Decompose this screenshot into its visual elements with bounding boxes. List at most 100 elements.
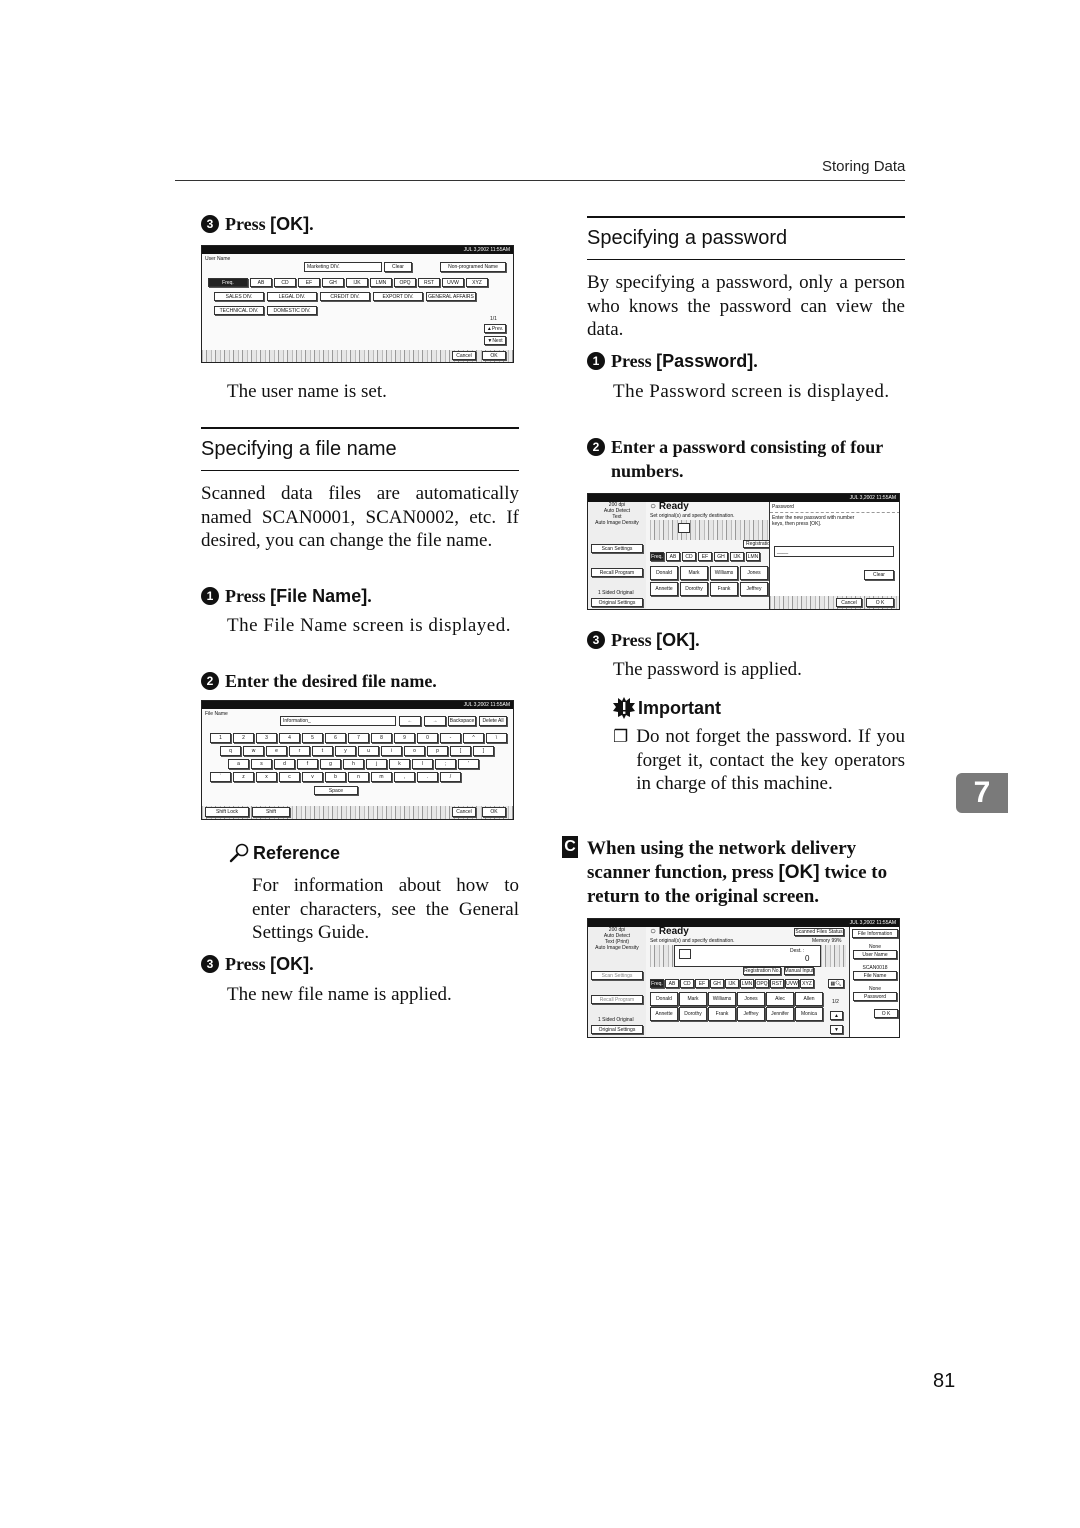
- keyboard-key[interactable]: j: [366, 759, 387, 769]
- scanned-files-status-button[interactable]: Scanned Files Status: [794, 928, 844, 936]
- destination-entry[interactable]: Jeffrey: [740, 582, 768, 596]
- keyboard-key[interactable]: z: [233, 772, 254, 782]
- keyboard-key[interactable]: y: [335, 746, 356, 756]
- keyboard-key[interactable]: .: [417, 772, 438, 782]
- index-tab[interactable]: LMN: [740, 979, 754, 988]
- keyboard-key[interactable]: 8: [371, 733, 392, 743]
- index-tab[interactable]: AB: [666, 552, 680, 561]
- recall-program-button[interactable]: Recall Program: [591, 995, 643, 1004]
- original-settings-button[interactable]: Original Settings: [591, 1025, 643, 1034]
- search-destination-icon[interactable]: ▦🔍︎: [828, 979, 844, 988]
- keyboard-key[interactable]: v: [302, 772, 323, 782]
- keyboard-key[interactable]: t: [312, 746, 333, 756]
- index-tab[interactable]: RST: [770, 979, 784, 988]
- tab-freq[interactable]: Freq.: [208, 278, 248, 287]
- manual-input-button[interactable]: Manual Input: [784, 967, 814, 975]
- keyboard-key[interactable]: `: [210, 772, 231, 782]
- cancel-button[interactable]: Cancel: [452, 351, 476, 360]
- keyboard-key[interactable]: ;: [435, 759, 456, 769]
- keyboard-key[interactable]: 7: [348, 733, 369, 743]
- destination-entry[interactable]: Jennifer: [766, 1007, 794, 1021]
- destination-entry[interactable]: Annette: [650, 582, 678, 596]
- keyboard-key[interactable]: s: [251, 759, 272, 769]
- tab-uvw[interactable]: UVW: [442, 278, 464, 287]
- keyboard-key[interactable]: o: [404, 746, 425, 756]
- tab-ef[interactable]: EF: [298, 278, 320, 287]
- keyboard-key[interactable]: /: [440, 772, 461, 782]
- tab-ab[interactable]: AB: [250, 278, 272, 287]
- recall-program-button[interactable]: Recall Program: [591, 568, 643, 577]
- cursor-right-button[interactable]: →: [424, 716, 446, 726]
- scroll-down-button[interactable]: ▼: [830, 1025, 843, 1034]
- password-button[interactable]: Password: [853, 992, 897, 1001]
- keyboard-key[interactable]: 5: [302, 733, 323, 743]
- keyboard-key[interactable]: \: [486, 733, 507, 743]
- clear-button[interactable]: Clear: [384, 262, 412, 272]
- destination-entry[interactable]: Dorothy: [679, 1007, 707, 1021]
- keyboard-key[interactable]: ^: [463, 733, 484, 743]
- cursor-left-button[interactable]: ←: [399, 716, 421, 726]
- keyboard-key[interactable]: 4: [279, 733, 300, 743]
- tab-lmn[interactable]: LMN: [370, 278, 392, 287]
- destination-entry[interactable]: Monica: [795, 1007, 823, 1021]
- destination-entry[interactable]: Dorothy: [680, 582, 708, 596]
- destination-entry[interactable]: Mark: [680, 566, 708, 580]
- destination-entry[interactable]: Frank: [708, 1007, 736, 1021]
- shift-button[interactable]: Shift: [252, 807, 290, 817]
- keyboard-key[interactable]: ,: [394, 772, 415, 782]
- ok-button[interactable]: OK: [482, 351, 506, 360]
- keyboard-key[interactable]: m: [371, 772, 392, 782]
- keyboard-key[interactable]: 9: [394, 733, 415, 743]
- entry-button[interactable]: TECHNICAL DIV.: [214, 306, 264, 315]
- entry-button[interactable]: LEGAL DIV.: [267, 292, 317, 301]
- registration-no-button[interactable]: Registration No.: [743, 967, 781, 975]
- index-tab[interactable]: EF: [698, 552, 712, 561]
- destination-entry[interactable]: Mark: [679, 992, 707, 1006]
- destination-entry[interactable]: Frank: [710, 582, 738, 596]
- delete-all-button[interactable]: Delete All: [479, 716, 507, 726]
- backspace-button[interactable]: Backspace: [448, 716, 476, 726]
- index-tab[interactable]: Freq.: [650, 552, 664, 561]
- keyboard-key[interactable]: b: [325, 772, 346, 782]
- index-tab[interactable]: IJK: [725, 979, 739, 988]
- ok-button[interactable]: OK: [482, 807, 506, 817]
- keyboard-key[interactable]: c: [279, 772, 300, 782]
- clear-button[interactable]: Clear: [864, 570, 894, 580]
- keyboard-key[interactable]: h: [343, 759, 364, 769]
- space-key[interactable]: Space: [314, 786, 358, 795]
- tab-ijk[interactable]: IJK: [346, 278, 368, 287]
- index-tab[interactable]: XYZ: [800, 979, 814, 988]
- keyboard-key[interactable]: g: [320, 759, 341, 769]
- keyboard-key[interactable]: [: [450, 746, 471, 756]
- keyboard-key[interactable]: u: [358, 746, 379, 756]
- keyboard-key[interactable]: l: [412, 759, 433, 769]
- entry-button[interactable]: DOMESTIC DIV.: [267, 306, 317, 315]
- destination-entry[interactable]: Allen: [795, 992, 823, 1006]
- password-input[interactable]: ____: [774, 546, 894, 557]
- index-tab[interactable]: EF: [695, 979, 709, 988]
- entry-button[interactable]: EXPORT DIV.: [373, 292, 423, 301]
- next-button[interactable]: ▼Next: [484, 336, 506, 345]
- destination-entry[interactable]: Jeffrey: [737, 1007, 765, 1021]
- keyboard-key[interactable]: 3: [256, 733, 277, 743]
- user-name-button[interactable]: User Name: [853, 950, 897, 959]
- keyboard-key[interactable]: k: [389, 759, 410, 769]
- file-name-button[interactable]: File Name: [853, 971, 897, 980]
- prev-button[interactable]: ▲Prev.: [484, 324, 506, 333]
- keyboard-key[interactable]: n: [348, 772, 369, 782]
- keyboard-key[interactable]: x: [256, 772, 277, 782]
- keyboard-key[interactable]: 1: [210, 733, 231, 743]
- scan-settings-button[interactable]: Scan Settings: [591, 971, 643, 980]
- keyboard-key[interactable]: i: [381, 746, 402, 756]
- index-tab[interactable]: IJK: [730, 552, 744, 561]
- destination-entry[interactable]: Williams: [710, 566, 738, 580]
- index-tab[interactable]: Freq.: [650, 979, 664, 988]
- destination-entry[interactable]: Donald: [650, 566, 678, 580]
- tab-rst[interactable]: RST: [418, 278, 440, 287]
- index-tab[interactable]: LMN: [746, 552, 760, 561]
- destination-entry[interactable]: Jones: [737, 992, 765, 1006]
- cancel-button[interactable]: Cancel: [836, 598, 862, 607]
- entry-button[interactable]: CREDIT DIV.: [320, 292, 370, 301]
- index-tab[interactable]: GH: [714, 552, 728, 561]
- tab-gh[interactable]: GH: [322, 278, 344, 287]
